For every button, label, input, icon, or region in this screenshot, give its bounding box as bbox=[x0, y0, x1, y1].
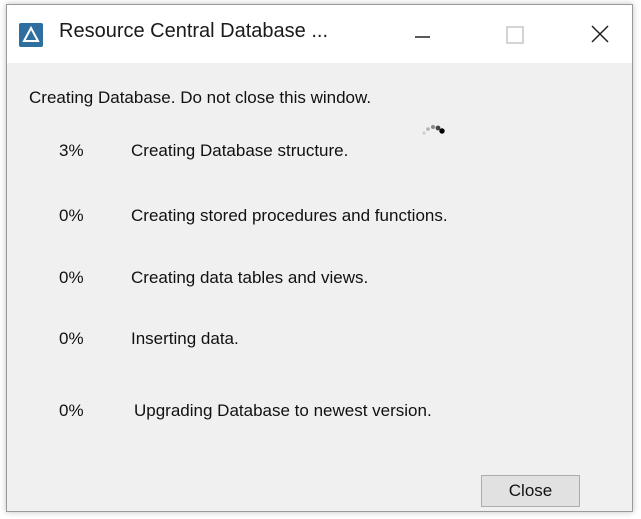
minimize-icon bbox=[415, 36, 430, 38]
status-message: Creating Database. Do not close this win… bbox=[29, 88, 372, 107]
step-row: 0% Upgrading Database to newest version. bbox=[7, 401, 632, 427]
minimize-button[interactable] bbox=[389, 5, 457, 63]
step-label: Upgrading Database to newest version. bbox=[134, 401, 432, 420]
close-icon bbox=[591, 25, 609, 43]
step-percent: 0% bbox=[59, 268, 84, 287]
close-button[interactable]: Close bbox=[481, 475, 580, 507]
step-percent: 0% bbox=[59, 206, 84, 225]
title-bar[interactable]: Resource Central Database ... bbox=[7, 5, 632, 63]
step-label: Creating Database structure. bbox=[131, 141, 349, 160]
step-percent: 3% bbox=[59, 141, 84, 160]
maximize-icon bbox=[506, 26, 524, 44]
step-label: Creating stored procedures and functions… bbox=[131, 206, 448, 225]
step-label: Creating data tables and views. bbox=[131, 268, 369, 287]
step-percent: 0% bbox=[59, 401, 84, 420]
loading-spinner-icon bbox=[422, 125, 445, 135]
step-label: Inserting data. bbox=[131, 329, 239, 348]
step-row: 0% Creating stored procedures and functi… bbox=[7, 206, 632, 232]
window-title: Resource Central Database ... bbox=[59, 20, 329, 42]
app-logo-icon bbox=[19, 23, 43, 47]
close-window-button[interactable] bbox=[566, 5, 634, 63]
step-row: 0% Creating data tables and views. bbox=[7, 268, 632, 294]
step-row: 0% Inserting data. bbox=[7, 329, 632, 355]
step-row: 3% Creating Database structure. bbox=[7, 141, 632, 167]
progress-dialog: Resource Central Database ... Creating D… bbox=[6, 4, 633, 512]
step-percent: 0% bbox=[59, 329, 84, 348]
maximize-button[interactable] bbox=[480, 5, 548, 63]
